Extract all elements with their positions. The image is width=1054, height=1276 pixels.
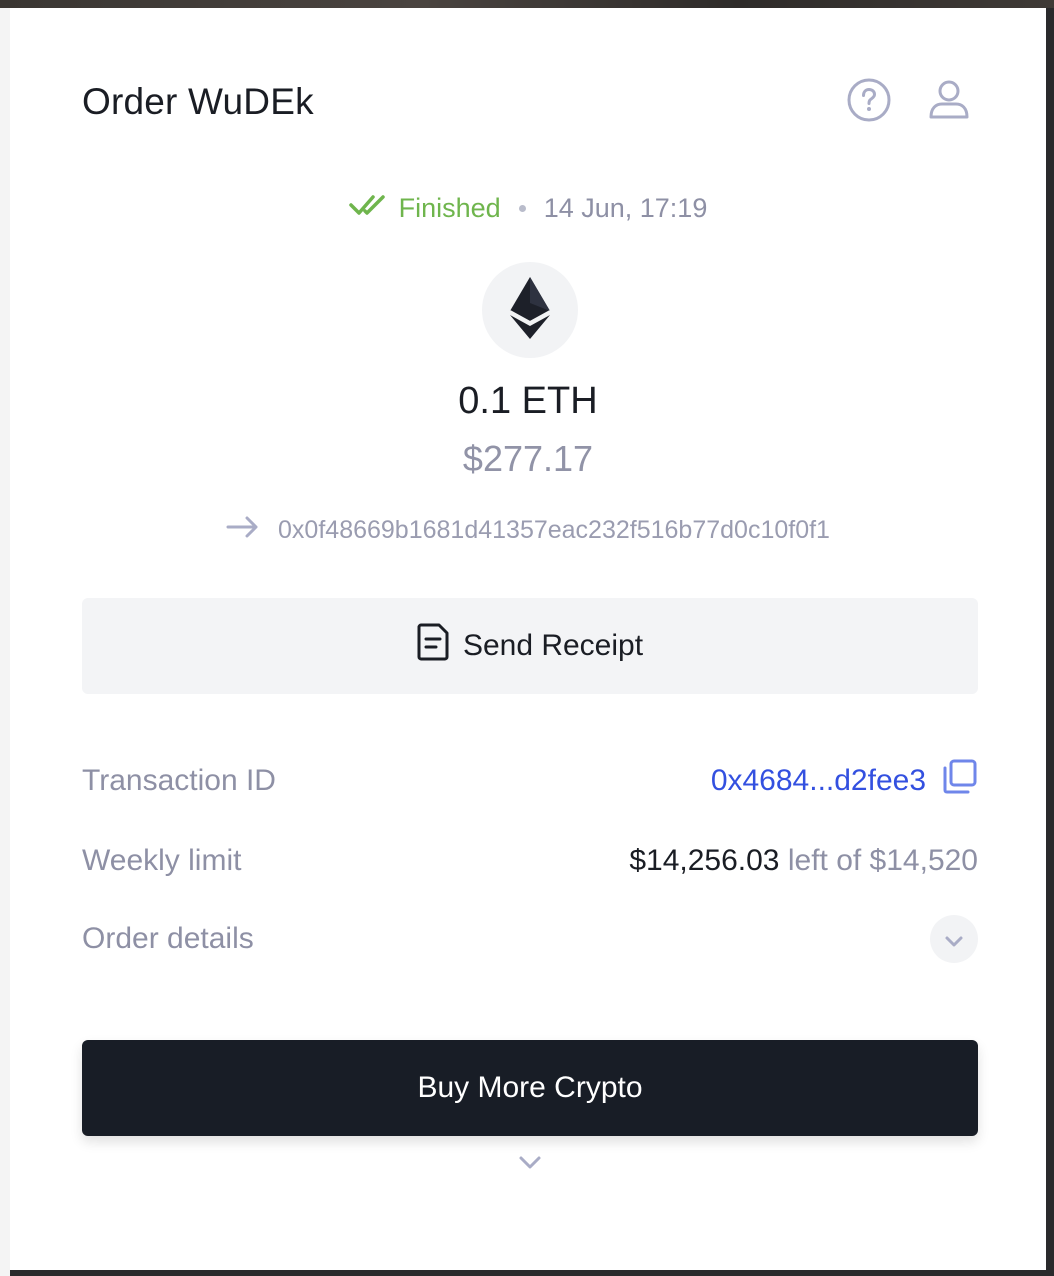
- destination-row: 0x0f48669b1681d41357eac232f516b77d0c10f0…: [10, 510, 1046, 550]
- help-circle-icon: [846, 77, 892, 128]
- document-icon: [417, 623, 449, 669]
- asset-logo: [482, 262, 578, 358]
- crypto-amount: 0.1 ETH: [458, 380, 598, 422]
- background-edge: [0, 8, 10, 1276]
- buy-more-crypto-button[interactable]: Buy More Crypto: [82, 1040, 978, 1136]
- weekly-limit-value: $14,256.03 left of $14,520: [629, 844, 978, 878]
- status-row: Finished 14 Jun, 17:19: [10, 188, 1046, 228]
- transaction-id-link[interactable]: 0x4684...d2fee3: [711, 764, 926, 798]
- separator-dot: [518, 204, 526, 212]
- order-modal: Order WuDEk Finished 14 Jun, 17:19 0.1 E…: [10, 8, 1046, 1270]
- user-icon: [926, 77, 972, 128]
- arrow-right-icon: [226, 515, 260, 546]
- header-actions: [844, 77, 974, 127]
- weekly-limit-row: Weekly limit $14,256.03 left of $14,520: [82, 836, 978, 886]
- weekly-limit-remaining: $14,256.03: [629, 844, 780, 877]
- modal-header: Order WuDEk: [82, 70, 974, 134]
- order-details-label: Order details: [82, 922, 254, 955]
- order-details-toggle[interactable]: [930, 915, 978, 963]
- chevron-down-icon: [944, 922, 964, 956]
- buy-more-crypto-label: Buy More Crypto: [417, 1071, 643, 1104]
- double-check-icon: [348, 193, 391, 224]
- status-timestamp: 14 Jun, 17:19: [543, 192, 708, 223]
- order-details-row[interactable]: Order details: [82, 914, 978, 964]
- background-strip: [0, 0, 1054, 8]
- send-receipt-button[interactable]: Send Receipt: [82, 598, 978, 694]
- copy-icon[interactable]: [940, 758, 978, 804]
- send-receipt-label: Send Receipt: [462, 629, 644, 662]
- profile-button[interactable]: [924, 77, 974, 127]
- chevron-down-icon: [518, 1154, 542, 1175]
- page-title: Order WuDEk: [82, 81, 314, 122]
- transaction-id-value-group: 0x4684...d2fee3: [711, 758, 978, 804]
- ethereum-icon: [508, 276, 552, 344]
- fiat-amount: $277.17: [462, 438, 594, 479]
- help-button[interactable]: [844, 77, 894, 127]
- weekly-limit-suffix: left of $14,520: [787, 844, 978, 877]
- destination-address: 0x0f48669b1681d41357eac232f516b77d0c10f0…: [278, 515, 830, 544]
- scroll-down-chevron[interactable]: [515, 1152, 545, 1176]
- transaction-id-row: Transaction ID 0x4684...d2fee3: [82, 756, 978, 806]
- transaction-id-label: Transaction ID: [82, 764, 276, 797]
- status-badge: Finished: [348, 192, 501, 224]
- weekly-limit-label: Weekly limit: [82, 844, 242, 877]
- status-label: Finished: [398, 192, 501, 223]
